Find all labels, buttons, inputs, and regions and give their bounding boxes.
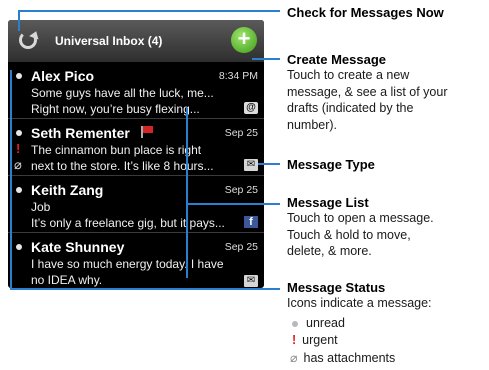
message-subject: I have so much energy today. I have: [31, 257, 224, 271]
callout-title: Check for Messages Now: [287, 5, 444, 20]
legend-label: unread: [306, 316, 345, 330]
callout-status: Message Status Icons indicate a message:: [287, 280, 432, 312]
callout-desc: number).: [287, 117, 338, 132]
envelope-icon: ✉: [244, 275, 258, 287]
inbox-title: Universal Inbox (4): [55, 34, 163, 48]
callout-desc: Touch & hold to move,: [287, 227, 411, 242]
callout-list: Message List Touch to open a message. To…: [287, 195, 434, 260]
sender-name: Kate Shunney: [31, 239, 125, 255]
message-time: Sep 25: [224, 184, 258, 196]
sender-name: Seth Rementer: [31, 125, 130, 141]
unread-dot-icon: [16, 73, 22, 79]
callout-type: Message Type: [287, 157, 375, 172]
callout-desc: Icons indicate a message:: [287, 296, 432, 310]
callout-line-status: [10, 288, 280, 290]
callout-desc: Touch to open a message.: [287, 211, 434, 225]
unread-dot-icon: [292, 320, 298, 327]
unread-dot-icon: [16, 130, 22, 136]
attachment-icon: ⌀: [14, 157, 22, 172]
callout-title: Message List: [287, 195, 369, 210]
callout-desc: drafts (indicated by the: [287, 101, 414, 115]
message-time: Sep 25: [224, 127, 258, 139]
callout-check: Check for Messages Now: [287, 5, 444, 20]
callout-title: Message Status: [287, 280, 386, 295]
callout-desc: delete, & more.: [287, 244, 372, 258]
callout-line-check: [18, 10, 280, 12]
legend-unread: unread: [292, 316, 345, 330]
legend-label: urgent: [302, 333, 338, 347]
callout-desc: Touch to create a new: [287, 68, 410, 82]
message-preview: no IDEA why.: [31, 273, 103, 287]
sender-name: Alex Pico: [31, 68, 95, 84]
phone-screen: Universal Inbox (4) + Alex Pico 8:34 PM …: [8, 20, 264, 288]
callout-title: Message Type: [287, 157, 375, 172]
urgent-icon: !: [16, 141, 21, 156]
callout-line-list: [186, 108, 188, 278]
at-icon: @: [244, 102, 258, 114]
callout-line-type: [258, 163, 280, 165]
message-row[interactable]: Kate Shunney Sep 25 I have so much energ…: [8, 233, 264, 288]
callout-line-check: [18, 10, 20, 31]
refresh-icon[interactable]: [19, 31, 37, 49]
message-subject: The cinnamon bun place is right: [31, 143, 202, 157]
message-subject: Job: [31, 200, 51, 214]
message-preview: It’s only a freelance gig, but it pays..…: [31, 216, 225, 230]
unread-dot-icon: [16, 244, 22, 250]
callout-title: Create Message: [287, 52, 386, 67]
flag-icon: [141, 126, 153, 138]
message-row[interactable]: Alex Pico 8:34 PM Some guys have all the…: [8, 62, 264, 119]
urgent-icon: !: [292, 333, 297, 347]
legend-urgent: ! urgent: [292, 333, 338, 347]
callout-line-list: [188, 203, 280, 205]
envelope-icon: ✉: [244, 159, 258, 171]
compose-button[interactable]: +: [231, 27, 257, 53]
callout-create: Create Message Touch to create a new mes…: [287, 52, 448, 133]
legend-label: has attachments: [303, 351, 396, 365]
unread-dot-icon: [16, 187, 22, 193]
facebook-icon: f: [244, 216, 258, 228]
inbox-header: Universal Inbox (4) +: [8, 20, 264, 62]
legend-attachment: ⌀ has attachments: [290, 350, 395, 365]
message-preview: Right now, you’re busy flexing...: [31, 102, 200, 116]
message-row[interactable]: ! ⌀ Seth Rementer Sep 25 The cinnamon bu…: [8, 119, 264, 176]
attachment-icon: ⌀: [290, 351, 298, 365]
callout-line-status: [10, 70, 12, 290]
sender-name: Keith Zang: [31, 182, 104, 198]
callout-line-create: [252, 58, 280, 60]
callout-desc: message, & see a list of your: [287, 84, 448, 99]
message-time: Sep 25: [224, 241, 258, 253]
message-subject: Some guys have all the luck, me...: [31, 86, 214, 100]
message-time: 8:34 PM: [218, 70, 258, 82]
